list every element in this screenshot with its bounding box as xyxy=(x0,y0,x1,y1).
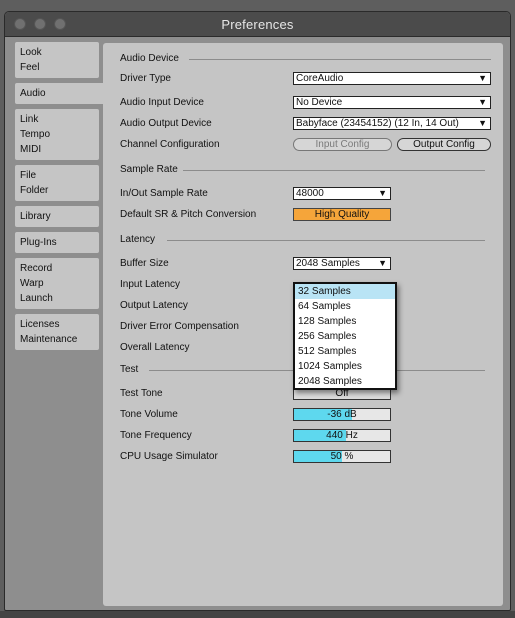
driver-error-compensation-label: Driver Error Compensation xyxy=(120,321,239,332)
sidebar-item-label: Link xyxy=(20,114,39,125)
tone-frequency-label: Tone Frequency xyxy=(120,430,192,441)
dropdown-arrow-icon: ▼ xyxy=(478,118,487,128)
test-tone-label: Test Tone xyxy=(120,388,163,399)
buffer-size-value: 2048 Samples xyxy=(296,258,360,269)
section-heading-audio-device: Audio Device xyxy=(120,53,179,64)
tone-frequency-field[interactable]: 440 Hz xyxy=(293,429,391,442)
sidebar-item-label: Folder xyxy=(20,185,49,196)
audio-input-device-label: Audio Input Device xyxy=(120,97,204,108)
window-title: Preferences xyxy=(221,17,294,32)
input-config-button[interactable]: Input Config xyxy=(293,138,392,151)
buffer-size-select[interactable]: 2048 Samples ▼ xyxy=(293,257,391,270)
title-bar: Preferences xyxy=(5,12,510,37)
buffer-size-label: Buffer Size xyxy=(120,258,169,269)
sidebar-item-label: Tempo xyxy=(20,129,51,140)
buffer-size-option[interactable]: 1024 Samples xyxy=(295,359,395,374)
tone-volume-field[interactable]: -36 dB xyxy=(293,408,391,421)
sidebar-item-label: Audio xyxy=(20,88,46,99)
audio-output-device-label: Audio Output Device xyxy=(120,118,212,129)
sidebar-item-label: Feel xyxy=(20,62,40,73)
sidebar-item-plug-ins[interactable]: Plug-Ins xyxy=(15,232,99,253)
sr-pitch-conversion-label: Default SR & Pitch Conversion xyxy=(120,209,257,220)
buffer-size-option[interactable]: 256 Samples xyxy=(295,329,395,344)
in-out-sample-rate-select[interactable]: 48000 ▼ xyxy=(293,187,391,200)
sidebar-item-library[interactable]: Library xyxy=(15,206,99,227)
sidebar-item-link-tempo-midi[interactable]: Link Tempo MIDI xyxy=(15,109,99,160)
sidebar-item-licenses-maintenance[interactable]: Licenses Maintenance xyxy=(15,314,99,350)
high-quality-toggle[interactable]: High Quality xyxy=(293,208,391,221)
sidebar-item-label: File xyxy=(20,170,37,181)
dropdown-arrow-icon: ▼ xyxy=(478,97,487,107)
tone-volume-value: -36 dB xyxy=(327,409,357,420)
sidebar-item-label: Launch xyxy=(20,293,53,304)
overall-latency-label: Overall Latency xyxy=(120,342,190,353)
dropdown-arrow-icon: ▼ xyxy=(378,258,387,268)
sidebar-item-label: Library xyxy=(20,211,51,222)
buffer-size-dropdown-menu: 32 Samples 64 Samples 128 Samples 256 Sa… xyxy=(293,282,397,390)
divider xyxy=(189,59,491,60)
buffer-size-option[interactable]: 64 Samples xyxy=(295,299,395,314)
sidebar-item-label: MIDI xyxy=(20,144,42,155)
cpu-usage-simulator-field[interactable]: 50 % xyxy=(293,450,391,463)
tone-frequency-value: 440 Hz xyxy=(326,430,358,441)
buffer-size-option[interactable]: 128 Samples xyxy=(295,314,395,329)
driver-type-select[interactable]: CoreAudio ▼ xyxy=(293,72,491,85)
output-config-button[interactable]: Output Config xyxy=(397,138,491,151)
audio-input-device-value: No Device xyxy=(296,97,343,108)
audio-output-device-select[interactable]: Babyface (23454152) (12 In, 14 Out) ▼ xyxy=(293,117,491,130)
audio-output-device-value: Babyface (23454152) (12 In, 14 Out) xyxy=(296,118,459,129)
section-heading-latency: Latency xyxy=(120,234,156,245)
sidebar-item-label: Maintenance xyxy=(20,334,78,345)
buffer-size-option[interactable]: 2048 Samples xyxy=(295,374,395,389)
channel-configuration-label: Channel Configuration xyxy=(120,139,220,150)
dropdown-arrow-icon: ▼ xyxy=(378,188,387,198)
sidebar-item-label: Warp xyxy=(20,278,44,289)
section-heading-test: Test xyxy=(120,364,139,375)
cpu-usage-value: 50 % xyxy=(330,451,354,462)
divider xyxy=(167,240,485,241)
background-app-strip xyxy=(0,611,515,618)
buffer-size-option[interactable]: 512 Samples xyxy=(295,344,395,359)
driver-type-label: Driver Type xyxy=(120,73,171,84)
output-latency-label: Output Latency xyxy=(120,300,188,311)
driver-type-value: CoreAudio xyxy=(296,73,344,84)
divider xyxy=(183,170,485,171)
sidebar-item-label: Record xyxy=(20,263,53,274)
sidebar-item-look-feel[interactable]: Look Feel xyxy=(15,42,99,78)
sidebar-item-record-warp-launch[interactable]: Record Warp Launch xyxy=(15,258,99,309)
preferences-window: Preferences Look Feel Audio Link Tempo M… xyxy=(4,11,511,611)
audio-input-device-select[interactable]: No Device ▼ xyxy=(293,96,491,109)
dropdown-arrow-icon: ▼ xyxy=(478,73,487,83)
in-out-sample-rate-label: In/Out Sample Rate xyxy=(120,188,208,199)
section-heading-sample-rate: Sample Rate xyxy=(120,164,178,175)
tone-volume-label: Tone Volume xyxy=(120,409,178,420)
buffer-size-option[interactable]: 32 Samples xyxy=(295,284,395,299)
sidebar-item-file-folder[interactable]: File Folder xyxy=(15,165,99,201)
sidebar-item-label: Look xyxy=(20,47,42,58)
cpu-usage-simulator-label: CPU Usage Simulator xyxy=(120,451,218,462)
sidebar-item-label: Licenses xyxy=(20,319,60,330)
sidebar-item-audio[interactable]: Audio xyxy=(15,83,107,104)
sidebar-item-label: Plug-Ins xyxy=(20,237,57,248)
sample-rate-value: 48000 xyxy=(296,188,324,199)
input-latency-label: Input Latency xyxy=(120,279,181,290)
